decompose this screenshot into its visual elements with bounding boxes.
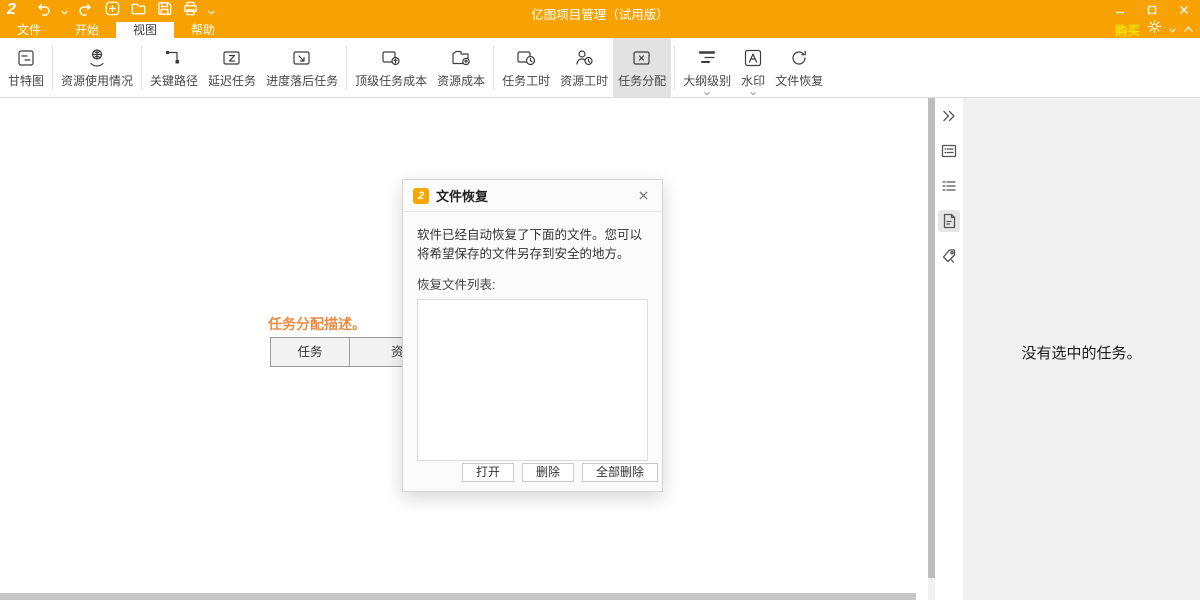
ribbon-button-label: 任务工时 <box>502 72 550 89</box>
task-properties-panel-icon[interactable] <box>938 140 960 162</box>
resource-hours-icon <box>573 47 595 69</box>
delete-all-recovered-button[interactable]: 全部删除 <box>582 463 658 482</box>
minimize-button[interactable] <box>1104 0 1136 20</box>
chevron-down-icon <box>704 91 711 96</box>
table-header-task[interactable]: 任务 <box>270 337 350 367</box>
collapse-panel-double-chevron-icon[interactable] <box>938 105 960 127</box>
vertical-scrollbar-thumb[interactable] <box>928 98 935 578</box>
watermark-icon <box>742 47 764 69</box>
open-recovered-button[interactable]: 打开 <box>462 463 514 482</box>
ribbon-button-task-assignment[interactable]: 任务分配 <box>613 38 671 97</box>
recovery-message: 软件已经自动恢复了下面的文件。您可以将希望保存的文件另存到安全的地方。 <box>417 226 648 265</box>
maximize-button[interactable] <box>1136 0 1168 20</box>
dialog-body: 软件已经自动恢复了下面的文件。您可以将希望保存的文件另存到安全的地方。 恢复文件… <box>403 212 662 461</box>
horizontal-scrollbar-thumb[interactable] <box>0 593 916 600</box>
tab-view[interactable]: 视图 <box>116 22 174 38</box>
ribbon-toolbar: 甘特图 资源使用情况 关键路径 延迟任务 进度落后任务 顶级任务成本 资源成本 <box>0 38 1200 98</box>
delete-recovered-button[interactable]: 删除 <box>522 463 574 482</box>
outline-level-icon <box>696 47 718 69</box>
edraw-logo-icon: 2 <box>413 188 429 204</box>
settings-chevron-down-icon[interactable] <box>1169 20 1176 38</box>
ribbon-button-label: 进度落后任务 <box>266 72 338 89</box>
gantt-chart-icon <box>15 47 37 69</box>
horizontal-scrollbar[interactable] <box>0 593 916 600</box>
window-controls <box>1104 0 1200 20</box>
chevron-down-icon <box>750 91 757 96</box>
dialog-title: 文件恢复 <box>436 186 488 205</box>
close-button[interactable] <box>1168 0 1200 20</box>
ribbon-button-label: 资源成本 <box>437 72 485 89</box>
app-window: 2 亿图项目管理（试用版） 文件 开始 视图 帮助 购买 <box>0 0 1200 600</box>
style-tag-panel-icon[interactable] <box>938 245 960 267</box>
ribbon-group-separator <box>141 45 142 90</box>
task-assignment-icon <box>631 47 653 69</box>
tab-file[interactable]: 文件 <box>0 22 58 38</box>
ribbon-button-gantt-chart[interactable]: 甘特图 <box>3 38 49 97</box>
no-task-selected-message: 没有选中的任务。 <box>963 342 1200 363</box>
ribbon-group-separator <box>52 45 53 90</box>
task-detail-panel: 没有选中的任务。 <box>963 98 1200 600</box>
tab-home[interactable]: 开始 <box>58 22 116 38</box>
buy-button[interactable]: 购买 <box>1115 20 1140 39</box>
resource-cost-icon <box>450 47 472 69</box>
ribbon-button-resource-cost[interactable]: 资源成本 <box>432 38 490 97</box>
menu-tab-bar: 文件 开始 视图 帮助 <box>0 22 1200 38</box>
settings-gear-icon[interactable] <box>1147 19 1162 39</box>
delayed-task-icon <box>221 47 243 69</box>
task-hours-icon <box>515 47 537 69</box>
behind-schedule-task-icon <box>291 47 313 69</box>
ribbon-button-delayed-tasks[interactable]: 延迟任务 <box>203 38 261 97</box>
dialog-button-row: 打开 删除 全部删除 <box>462 463 658 482</box>
ribbon-button-outline-level[interactable]: 大纲级别 <box>678 38 736 97</box>
recovery-file-list[interactable] <box>417 299 648 461</box>
dialog-titlebar[interactable]: 2 文件恢复 <box>403 180 662 212</box>
file-recovery-icon <box>788 47 810 69</box>
ribbon-button-label: 延迟任务 <box>208 72 256 89</box>
ribbon-button-behind-schedule-tasks[interactable]: 进度落后任务 <box>261 38 343 97</box>
dialog-close-button[interactable] <box>634 187 652 205</box>
titlebar: 2 亿图项目管理（试用版） <box>0 0 1200 22</box>
ribbon-button-label: 甘特图 <box>8 72 44 89</box>
ribbon-button-label: 水印 <box>741 72 765 89</box>
ribbon-button-critical-path[interactable]: 关键路径 <box>145 38 203 97</box>
ribbon-group-separator <box>674 45 675 90</box>
ribbon-button-file-recovery[interactable]: 文件恢复 <box>770 38 828 97</box>
page-panel-icon[interactable] <box>938 210 960 232</box>
ribbon-group-separator <box>346 45 347 90</box>
ribbon-button-label: 资源使用情况 <box>61 72 133 89</box>
ribbon-button-label: 关键路径 <box>150 72 198 89</box>
resource-usage-icon <box>86 47 108 69</box>
vertical-scrollbar[interactable] <box>928 98 935 600</box>
critical-path-icon <box>163 47 185 69</box>
top-task-cost-icon <box>380 47 402 69</box>
ribbon-button-resource-usage[interactable]: 资源使用情况 <box>56 38 138 97</box>
window-title: 亿图项目管理（试用版） <box>0 4 1200 23</box>
outline-list-panel-icon[interactable] <box>938 175 960 197</box>
ribbon-button-resource-hours[interactable]: 资源工时 <box>555 38 613 97</box>
ribbon-button-label: 大纲级别 <box>683 72 731 89</box>
recovery-list-label: 恢复文件列表: <box>417 274 648 293</box>
ribbon-group-separator <box>493 45 494 90</box>
ribbon-button-label: 文件恢复 <box>775 72 823 89</box>
right-sidebar-icon-strip <box>935 98 963 600</box>
ribbon-button-label: 顶级任务成本 <box>355 72 427 89</box>
task-assignment-heading: 任务分配描述。 <box>268 314 366 334</box>
file-recovery-dialog: 2 文件恢复 软件已经自动恢复了下面的文件。您可以将希望保存的文件另存到安全的地… <box>402 179 663 492</box>
ribbon-button-label: 任务分配 <box>618 72 666 89</box>
ribbon-button-watermark[interactable]: 水印 <box>736 38 770 97</box>
ribbon-button-label: 资源工时 <box>560 72 608 89</box>
ribbon-button-task-hours[interactable]: 任务工时 <box>497 38 555 97</box>
titlebar-right-actions: 购买 <box>1115 20 1194 38</box>
collapse-ribbon-chevron-up-icon[interactable] <box>1183 20 1194 38</box>
tab-help[interactable]: 帮助 <box>174 22 232 38</box>
ribbon-button-top-task-cost[interactable]: 顶级任务成本 <box>350 38 432 97</box>
